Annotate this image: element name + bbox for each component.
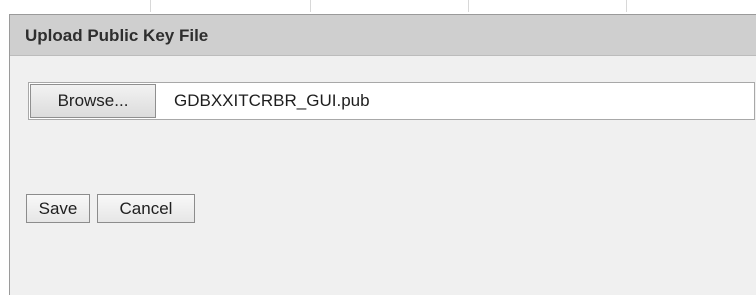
column-divider <box>468 0 469 12</box>
top-strip <box>0 0 756 14</box>
upload-key-panel: Upload Public Key File Browse... GDBXXIT… <box>9 14 756 295</box>
save-button[interactable]: Save <box>26 194 90 223</box>
column-divider <box>310 0 311 12</box>
file-upload-field[interactable]: Browse... GDBXXITCRBR_GUI.pub <box>28 82 755 120</box>
selected-file-name: GDBXXITCRBR_GUI.pub <box>174 91 370 110</box>
screen: Upload Public Key File Browse... GDBXXIT… <box>0 0 756 295</box>
column-divider <box>150 0 151 12</box>
cancel-button[interactable]: Cancel <box>97 194 195 223</box>
panel-title: Upload Public Key File <box>25 26 209 45</box>
panel-header: Upload Public Key File <box>10 15 756 56</box>
browse-button[interactable]: Browse... <box>30 84 156 118</box>
column-divider <box>626 0 627 12</box>
